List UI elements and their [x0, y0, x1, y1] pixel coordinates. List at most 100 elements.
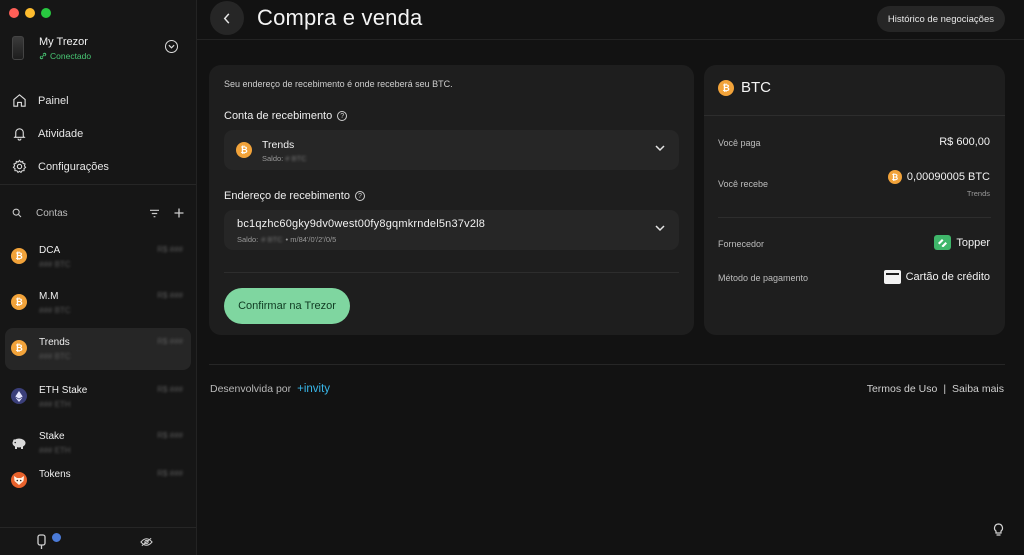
account-item-mm[interactable]: ₿ M.M ### BTC R$ ### — [5, 282, 191, 324]
selected-account-balance: Saldo: # BTC — [262, 154, 307, 163]
derivation-path: • m/84'/0'/2'/0/5 — [285, 235, 337, 244]
powered-by-text: Desenvolvida por — [210, 383, 292, 395]
address-select[interactable]: bc1qzhc60gky9dv0west00fy8gqmkrndel5n37v2… — [224, 210, 679, 250]
sidebar-footer — [0, 527, 196, 555]
bell-icon — [13, 128, 26, 141]
topper-logo-icon — [934, 235, 952, 250]
maximize-window-button[interactable] — [41, 8, 51, 18]
bitcoin-icon: ₿ — [236, 142, 252, 158]
account-balance: ### ETH — [39, 400, 71, 409]
terms-link[interactable]: Termos de Uso — [867, 383, 938, 395]
account-fiat: R$ ### — [157, 469, 183, 478]
ethereum-icon — [11, 388, 27, 404]
account-select[interactable]: ₿ Trends Saldo: # BTC — [224, 130, 679, 170]
payment-method-value: Cartão de crédito — [883, 270, 990, 284]
page-header: Compra e venda Histórico de negociações — [197, 0, 1024, 40]
device-status: Conectado — [39, 51, 91, 61]
account-name: M.M — [39, 291, 59, 302]
eye-slash-icon[interactable] — [140, 537, 153, 547]
form-divider — [224, 272, 679, 273]
device-status-button[interactable] — [37, 532, 65, 552]
sidebar-item-activity[interactable]: Atividade — [0, 117, 196, 150]
invity-logo[interactable]: +invity — [297, 383, 330, 395]
account-fiat: R$ ### — [157, 385, 183, 394]
sidebar-item-settings[interactable]: Configurações — [0, 150, 196, 183]
account-fiat: R$ ### — [157, 431, 183, 440]
balance-value: # BTC — [261, 235, 283, 244]
help-icon[interactable]: ? — [354, 191, 365, 201]
provider-label: Fornecedor — [718, 239, 765, 249]
filter-icon[interactable] — [149, 209, 160, 218]
account-item-trends[interactable]: ₿ Trends ### BTC R$ ### — [5, 328, 191, 370]
account-fiat: R$ ### — [157, 291, 183, 300]
fox-icon — [11, 472, 27, 488]
trade-history-button[interactable]: Histórico de negociações — [876, 6, 1005, 32]
account-label-text: Conta de recebimento — [224, 110, 333, 122]
sidebar-item-label: Configurações — [38, 160, 109, 173]
account-item-dca[interactable]: ₿ DCA ### BTC R$ ### — [5, 236, 191, 278]
close-window-button[interactable] — [9, 8, 19, 18]
you-receive-value: ₿ 0,00090005 BTC — [887, 170, 990, 184]
bitcoin-icon: ₿ — [11, 248, 27, 264]
powered-by: Desenvolvida por +invity — [210, 383, 330, 395]
sidebar-divider — [0, 184, 196, 185]
sidebar: My Trezor Conectado Painel Atividade Con… — [0, 0, 197, 555]
you-pay-label: Você paga — [718, 138, 761, 148]
confirm-on-trezor-button[interactable]: Confirmar na Trezor — [224, 288, 350, 324]
link-icon — [39, 52, 47, 60]
account-fiat: R$ ### — [157, 337, 183, 346]
address-label-text: Endereço de recebimento — [224, 190, 350, 202]
accounts-label: Contas — [36, 207, 68, 219]
account-balance: ### BTC — [39, 352, 71, 361]
window-controls — [9, 8, 51, 18]
provider-name: Topper — [956, 236, 990, 249]
chevron-down-icon[interactable] — [165, 40, 178, 53]
account-item-tokens[interactable]: Tokens R$ ### — [5, 460, 191, 502]
footer-separator: | — [943, 383, 947, 395]
sidebar-item-dashboard[interactable]: Painel — [0, 84, 196, 117]
bitcoin-icon: ₿ — [887, 170, 902, 184]
sidebar-nav: Painel Atividade Configurações — [0, 84, 196, 183]
balance-label: Saldo: — [262, 154, 284, 163]
account-item-stake[interactable]: Stake ### ETH R$ ### — [5, 422, 191, 464]
home-icon — [13, 94, 26, 107]
account-balance: ### BTC — [39, 306, 71, 315]
form-intro: Seu endereço de recebimento é onde receb… — [224, 79, 453, 89]
chevron-down-icon — [655, 145, 665, 152]
device-selector[interactable]: My Trezor Conectado — [12, 35, 188, 65]
summary-header: ₿ BTC — [718, 79, 771, 96]
notification-badge — [51, 532, 62, 543]
summary-divider — [704, 115, 1005, 116]
account-field-label: Conta de recebimento ? — [224, 110, 348, 122]
account-item-eth-stake[interactable]: ETH Stake ### ETH R$ ### — [5, 376, 191, 418]
balance-label: Saldo: — [237, 235, 259, 244]
learn-more-link[interactable]: Saiba mais — [952, 383, 1004, 395]
account-name: DCA — [39, 245, 61, 256]
minimize-window-button[interactable] — [25, 8, 35, 18]
account-name: Tokens — [39, 469, 71, 480]
address-field-label: Endereço de recebimento ? — [224, 190, 365, 202]
help-icon[interactable]: ? — [337, 111, 348, 121]
receive-account: Trends — [966, 189, 990, 198]
summary-coin: BTC — [741, 79, 771, 96]
gear-icon — [12, 159, 27, 174]
bitcoin-icon: ₿ — [11, 340, 27, 356]
provider-value: Topper — [934, 235, 990, 250]
balance-value: # BTC — [285, 154, 307, 163]
chevron-down-icon — [655, 225, 665, 232]
sidebar-item-label: Painel — [38, 94, 69, 107]
back-button[interactable] — [210, 1, 244, 35]
content-divider — [209, 364, 1005, 365]
footer-links: Termos de Uso | Saiba mais — [867, 383, 1004, 395]
search-icon[interactable] — [12, 208, 22, 218]
piggy-bank-icon — [11, 434, 27, 450]
selected-account-name: Trends — [262, 139, 295, 151]
bitcoin-icon: ₿ — [718, 79, 734, 96]
sidebar-item-label: Atividade — [38, 127, 84, 140]
lightbulb-icon[interactable] — [993, 523, 1004, 537]
payment-method-label: Método de pagamento — [718, 273, 809, 283]
plus-icon[interactable] — [174, 208, 184, 218]
account-name: Stake — [39, 431, 65, 442]
page-title: Compra e venda — [257, 5, 423, 30]
receive-address: bc1qzhc60gky9dv0west00fy8gqmkrndel5n37v2… — [237, 218, 486, 230]
